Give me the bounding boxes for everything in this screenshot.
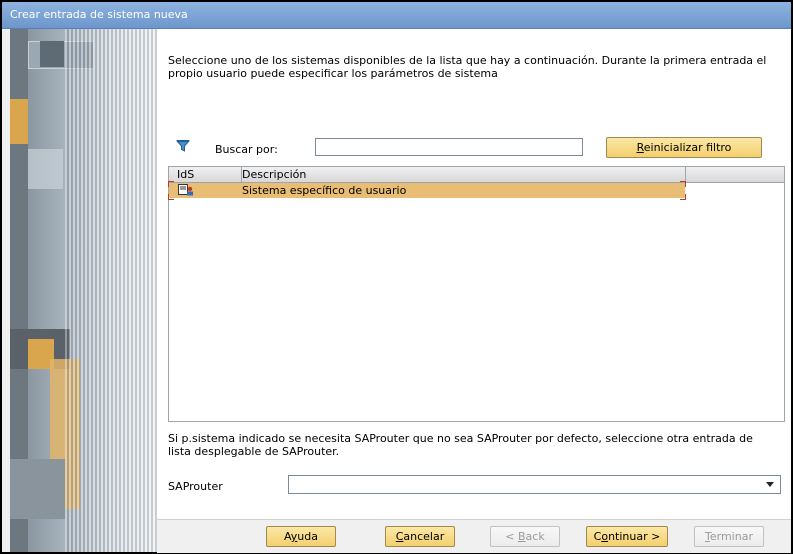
intro-text: Seleccione uno de los sistemas disponibl… (168, 54, 767, 80)
back-button[interactable]: < Back (490, 526, 560, 547)
main-panel: Seleccione uno de los sistemas disponibl… (157, 29, 791, 519)
cancel-button[interactable]: Cancelar (385, 526, 455, 547)
decorative-building-image (10, 29, 157, 552)
system-entry-icon (178, 184, 193, 196)
finish-button[interactable]: Terminar (694, 526, 764, 547)
chevron-down-icon[interactable] (766, 482, 774, 487)
help-button[interactable]: Ayuda (266, 526, 336, 547)
systems-table[interactable]: IdS Descripción Sistema específico de us… (168, 166, 785, 422)
continue-button[interactable]: Continuar > (586, 526, 668, 547)
button-bar: Ayuda Cancelar < Back Continuar > Termin… (157, 519, 791, 553)
column-header-ids[interactable]: IdS (177, 168, 194, 181)
row-description: Sistema específico de usuario (242, 184, 407, 197)
column-header-description[interactable]: Descripción (242, 168, 306, 181)
table-header: IdS Descripción (169, 167, 784, 183)
saprouter-note: Si p.sistema indicado se necesita SAProu… (168, 432, 753, 458)
search-input[interactable] (315, 138, 583, 156)
dialog-body: Seleccione uno de los sistemas disponibl… (2, 29, 791, 553)
search-row: Buscar por: Reinicializar filtro (168, 134, 780, 164)
reset-filter-button[interactable]: Reinicializar filtro (606, 137, 762, 158)
search-label: Buscar por: (215, 143, 278, 156)
saprouter-label: SAProuter (168, 480, 223, 493)
saprouter-dropdown[interactable] (288, 475, 781, 494)
table-row[interactable]: Sistema específico de usuario (168, 181, 686, 200)
funnel-filter-icon[interactable] (176, 139, 190, 153)
dialog-window: Crear entrada de sistema nueva Seleccion… (0, 0, 793, 554)
window-title: Crear entrada de sistema nueva (10, 8, 188, 21)
title-bar[interactable]: Crear entrada de sistema nueva (2, 2, 791, 29)
